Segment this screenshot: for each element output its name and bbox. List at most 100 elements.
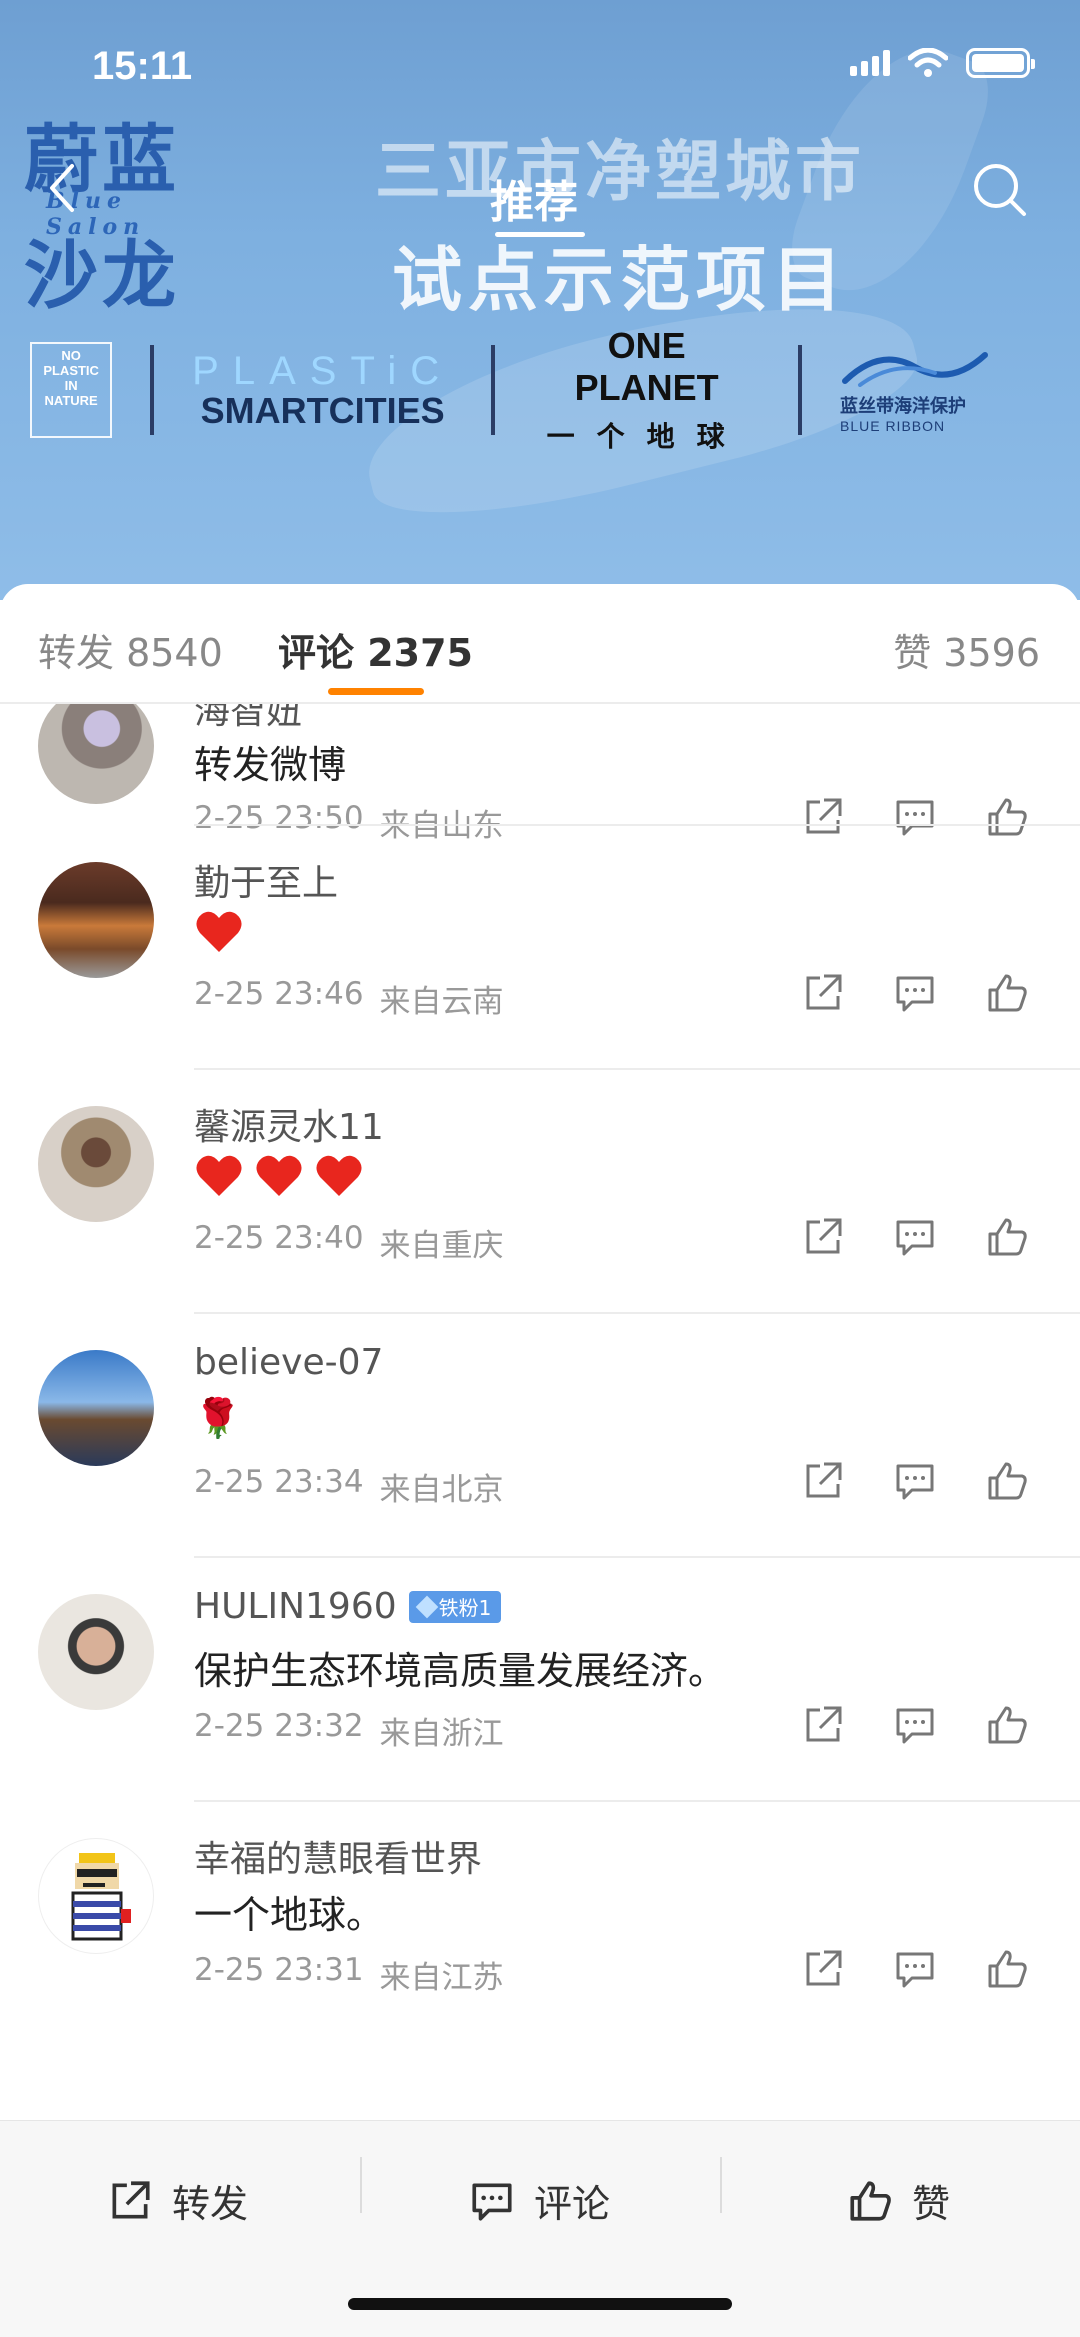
list-item[interactable]: 幸福的慧眼看世界 一个地球。 2-25 23:31 来自江苏: [0, 1802, 1080, 2046]
home-indicator[interactable]: [348, 2298, 732, 2310]
comment-username[interactable]: 海智妞: [194, 704, 302, 734]
share-icon[interactable]: [800, 1214, 846, 1260]
reply-icon[interactable]: [892, 1946, 938, 1992]
avatar[interactable]: [38, 1838, 154, 1954]
comment-username[interactable]: believe-07: [194, 1342, 383, 1383]
fan-badge: 铁粉1: [408, 1590, 502, 1623]
reply-icon[interactable]: [892, 1214, 938, 1260]
logo-text: NATURE: [44, 393, 98, 408]
fan-badge-label: 铁粉1: [438, 1596, 492, 1620]
comment-username[interactable]: 馨源灵水11: [194, 1098, 384, 1150]
comment-location: 来自江苏: [379, 1960, 504, 1996]
tab-bar: 转发 8540 评论 2375 赞 3596: [0, 584, 1080, 704]
headline-line-1: 三亚市净塑城市: [375, 132, 865, 210]
logo-text: PLASTiC: [192, 348, 454, 393]
avatar[interactable]: [38, 1594, 154, 1710]
status-time: 15:11: [92, 44, 193, 88]
headline-line-2: 试点示范项目: [392, 238, 848, 321]
brand-title-2: 沙龙: [24, 233, 180, 319]
share-icon: [112, 2180, 150, 2218]
comment-date: 2-25 23:32: [194, 1708, 364, 1744]
share-icon[interactable]: [800, 1946, 846, 1992]
comment-actions: [800, 1458, 1030, 1504]
avatar[interactable]: [38, 704, 154, 804]
like-icon[interactable]: [984, 1214, 1030, 1260]
tab-like[interactable]: 赞 3596: [893, 622, 1040, 677]
logo-text: 一个地球: [546, 421, 747, 452]
comment-meta: 2-25 23:46 来自云南: [194, 976, 504, 1021]
reply-icon[interactable]: [892, 1458, 938, 1504]
comment-meta: 2-25 23:40 来自重庆: [194, 1220, 504, 1265]
comment-date: 2-25 23:31: [194, 1952, 364, 1988]
logo-text: NO: [61, 348, 81, 363]
comment-text: 🌹: [194, 1396, 242, 1440]
logo-text: IN: [64, 378, 78, 393]
list-item[interactable]: believe-07 🌹 2-25 23:34 来自北京: [0, 1314, 1080, 1558]
logo-text: 蓝丝带海洋保护: [839, 395, 966, 416]
share-icon[interactable]: [800, 1702, 846, 1748]
comment-location: 来自重庆: [379, 1228, 504, 1264]
logo-text: SMARTCITIES: [200, 389, 445, 431]
comment-meta: 2-25 23:32 来自浙江: [194, 1708, 504, 1753]
list-item[interactable]: HULIN1960 铁粉1 保护生态环境高质量发展经济。 2-25 23:32 …: [0, 1558, 1080, 1802]
search-icon[interactable]: [970, 160, 1030, 220]
heart-emoji-icon: [256, 1155, 302, 1196]
repost-button[interactable]: 转发: [106, 2173, 248, 2228]
diamond-icon: [415, 1595, 438, 1618]
wifi-icon: [908, 48, 948, 77]
comment-location: 来自北京: [379, 1472, 504, 1508]
comment-date: 2-25 23:40: [194, 1220, 364, 1256]
like-button[interactable]: 赞: [846, 2173, 950, 2228]
like-button-label: 赞: [912, 2182, 951, 2226]
tab-comment[interactable]: 评论 2375: [278, 622, 473, 677]
comment-username[interactable]: 勤于至上: [194, 854, 338, 906]
comment-actions: [800, 970, 1030, 1016]
list-item[interactable]: 海智妞 转发微博 2-25 23:50 来自山东: [0, 704, 1080, 844]
like-icon[interactable]: [984, 1458, 1030, 1504]
comment-username-row: HULIN1960 铁粉1: [194, 1586, 502, 1627]
plastic-smartcities-logo: PLASTiC SMARTCITIES: [192, 349, 453, 432]
tab-repost[interactable]: 转发 8540: [38, 622, 223, 677]
comment-date: 2-25 23:46: [194, 976, 364, 1012]
divider: [491, 345, 496, 435]
comment-actions: [800, 1702, 1030, 1748]
comment-button[interactable]: 评论: [468, 2173, 610, 2228]
nav-tab-recommend[interactable]: 推荐: [490, 166, 578, 230]
share-icon[interactable]: [800, 970, 846, 1016]
tab-active-indicator: [328, 688, 424, 695]
comment-text: 一个地球。: [194, 1893, 385, 1937]
comment-username[interactable]: 幸福的慧眼看世界: [194, 1830, 482, 1882]
comment-actions: [800, 1946, 1030, 1992]
comment-username[interactable]: HULIN1960: [194, 1586, 397, 1627]
avatar[interactable]: [38, 1350, 154, 1466]
back-chevron-icon[interactable]: [44, 160, 80, 216]
comment-list[interactable]: 海智妞 转发微博 2-25 23:50 来自山东 勤于至上 2-25 23:46: [0, 704, 1080, 2124]
like-icon[interactable]: [984, 970, 1030, 1016]
heart-emoji-icon: [316, 1155, 362, 1196]
list-item[interactable]: 馨源灵水11 2-25 23:40 来自重庆: [0, 1070, 1080, 1314]
pixel-avatar-icon: [71, 1853, 131, 1941]
comment-location: 来自云南: [379, 984, 504, 1020]
like-icon[interactable]: [984, 1702, 1030, 1748]
brand-logo: 蔚蓝 Blue Salon 沙龙: [24, 118, 234, 318]
comment-meta: 2-25 23:34 来自北京: [194, 1464, 504, 1509]
like-icon[interactable]: [984, 1946, 1030, 1992]
heart-emoji-icon: [196, 1155, 242, 1196]
reply-icon[interactable]: [892, 970, 938, 1016]
avatar[interactable]: [38, 862, 154, 978]
comment-text: [194, 1152, 364, 1198]
comment-actions: [800, 1214, 1030, 1260]
logo-text: ONE PLANET: [574, 325, 719, 408]
list-item[interactable]: 勤于至上 2-25 23:46 来自云南: [0, 826, 1080, 1070]
avatar[interactable]: [38, 1106, 154, 1222]
blue-ribbon-logo: 蓝丝带海洋保护 BLUE RIBBON: [840, 347, 990, 434]
reply-icon[interactable]: [892, 1702, 938, 1748]
signal-icon: [850, 50, 890, 76]
divider: [360, 2157, 362, 2213]
divider: [798, 345, 802, 435]
share-icon[interactable]: [800, 1458, 846, 1504]
banner-headline: 三亚市净塑城市 试点示范项目: [320, 118, 920, 325]
no-plastic-in-nature-logo: NO PLASTIC IN NATURE: [30, 342, 113, 438]
comment-location: 来自浙江: [379, 1716, 504, 1752]
header-banner: 15:11 蔚蓝 Blue Salon 沙龙 三亚市净塑城市 试点示范项目 推荐…: [0, 0, 1080, 600]
